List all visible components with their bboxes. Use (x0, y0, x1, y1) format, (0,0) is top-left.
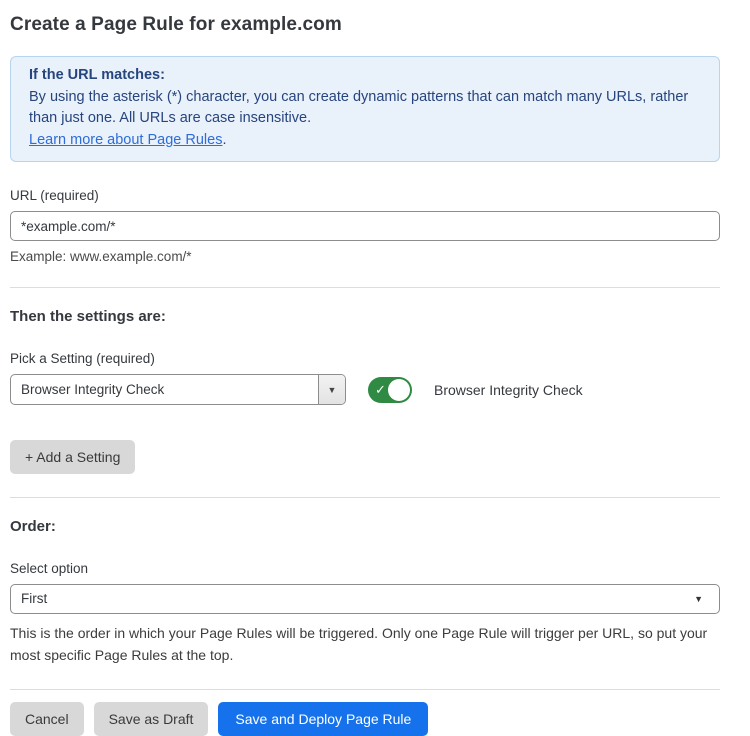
divider-settings (10, 287, 720, 288)
pick-setting-label: Pick a Setting (required) (10, 351, 720, 366)
check-icon: ✓ (375, 383, 386, 396)
setting-dropdown[interactable]: Browser Integrity Check ▼ (10, 374, 346, 405)
info-box-link-line: Learn more about Page Rules. (29, 130, 701, 152)
info-box-body: By using the asterisk (*) character, you… (29, 87, 701, 130)
order-select[interactable]: First ▼ (10, 584, 720, 614)
chevron-down-icon: ▼ (328, 385, 337, 395)
url-example-helper: Example: www.example.com/* (10, 249, 720, 264)
info-box-heading: If the URL matches: (29, 65, 701, 87)
order-helper-text: This is the order in which your Page Rul… (10, 622, 720, 666)
toggle-knob (388, 379, 410, 401)
url-field-label: URL (required) (10, 188, 720, 203)
url-input[interactable] (10, 211, 720, 241)
save-as-draft-button[interactable]: Save as Draft (94, 702, 209, 736)
order-select-label: Select option (10, 561, 720, 576)
settings-section-heading: Then the settings are: (10, 308, 720, 325)
order-select-value: First (21, 591, 47, 606)
divider-footer (10, 689, 720, 690)
learn-more-link[interactable]: Learn more about Page Rules (29, 132, 222, 148)
divider-order (10, 497, 720, 498)
setting-toggle-label: Browser Integrity Check (434, 382, 583, 398)
url-match-info-box: If the URL matches: By using the asteris… (10, 56, 720, 162)
setting-row: Browser Integrity Check ▼ ✓ Browser Inte… (10, 374, 720, 405)
setting-dropdown-arrow-button[interactable]: ▼ (318, 375, 345, 404)
link-suffix: . (222, 132, 226, 148)
footer-actions: Cancel Save as Draft Save and Deploy Pag… (10, 702, 720, 736)
add-setting-button[interactable]: + Add a Setting (10, 440, 135, 474)
setting-toggle[interactable]: ✓ (368, 377, 412, 403)
chevron-down-icon: ▼ (694, 585, 703, 613)
save-and-deploy-button[interactable]: Save and Deploy Page Rule (218, 702, 428, 736)
page-title: Create a Page Rule for example.com (10, 14, 720, 36)
cancel-button[interactable]: Cancel (10, 702, 84, 736)
setting-dropdown-value: Browser Integrity Check (11, 375, 318, 404)
order-section-heading: Order: (10, 518, 720, 535)
create-page-rule-panel: Create a Page Rule for example.com If th… (0, 0, 740, 736)
